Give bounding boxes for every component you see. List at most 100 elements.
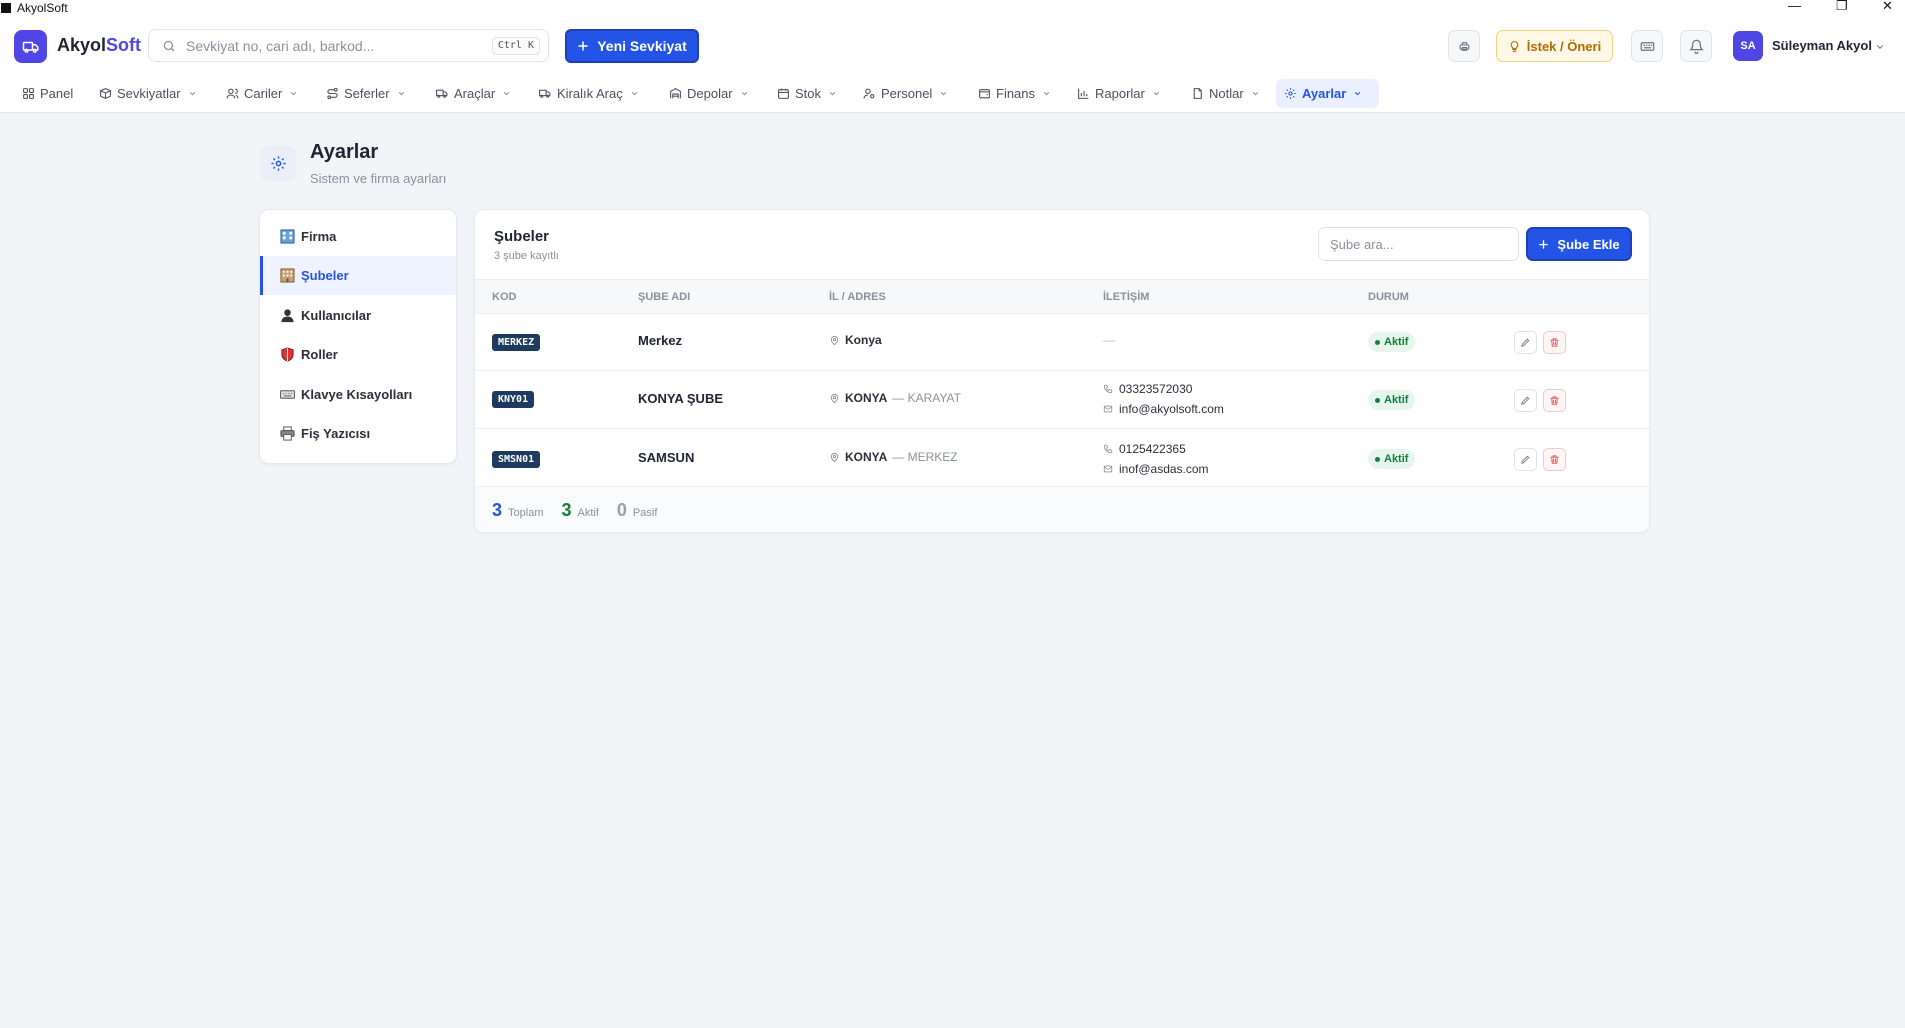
delete-branch-button[interactable] [1543,448,1566,471]
grid-icon [23,88,34,99]
plus-icon [1539,239,1549,249]
user-silhouette-icon [280,308,295,323]
status-dot-icon [1375,339,1380,345]
card-subtitle: 3 şube kayıtlı [494,250,559,262]
printer-icon [280,426,295,441]
branch-district: — MERKEZ [892,450,958,464]
pencil-icon [1521,338,1530,347]
notifications-button[interactable] [1680,30,1712,62]
nav-item-cariler[interactable]: Cariler [218,79,306,108]
edit-branch-button[interactable] [1514,389,1537,412]
table-row: SMSN01 SAMSUN KONYA — MERKEZ 0125422365 … [475,429,1649,487]
avatar[interactable]: SA [1733,31,1763,61]
chevron-down-icon[interactable] [1875,39,1885,55]
bar-chart-icon [1078,88,1089,99]
nav-item-notlar[interactable]: Notlar [1183,79,1268,108]
branch-city: Konya [845,333,882,347]
new-shipment-label: Yeni Sevkiyat [597,38,687,54]
search-icon [162,39,176,53]
settings-menu-item-fis-yazicisi[interactable]: Fiş Yazıcısı [260,414,456,453]
pencil-icon [1521,396,1530,405]
branch-no-contact: — [1103,333,1115,347]
window-titlebar: AkyolSoft — ❐ ✕ [0,0,1905,15]
settings-menu-item-klavye-kisayollari[interactable]: Klavye Kısayolları [260,375,456,414]
search-shortcut-badge: Ctrl K [491,37,540,55]
add-branch-button[interactable]: Şube Ekle [1526,227,1632,261]
settings-menu-label: Şubeler [301,268,349,283]
nav-label: Kiralık Araç [557,86,623,101]
branch-city: KONYA [845,450,888,464]
settings-menu-label: Klavye Kısayolları [301,387,413,402]
suggestion-button[interactable]: İstek / Öneri [1496,30,1613,62]
truck-icon [539,89,551,98]
branch-phone: 0125422365 [1103,442,1186,456]
map-pin-icon [830,452,839,462]
settings-menu: Firma Şubeler Kullanıcılar Roller Klavye… [259,209,457,464]
nav-item-kiralik-arac[interactable]: Kiralık Araç [530,79,647,108]
branch-phone: 03323572030 [1103,382,1192,396]
nav-label: Raporlar [1095,86,1145,101]
settings-menu-item-kullanicilar[interactable]: Kullanıcılar [260,296,456,335]
nav-label: Araçlar [454,86,496,101]
nav-label: Panel [40,86,74,101]
brand-name[interactable]: AkyolSoft [57,35,141,56]
nav-item-stok[interactable]: Stok [769,79,845,108]
table-header: KOD ŞUBE ADI İL / ADRES İLETİŞİM DURUM [475,279,1649,314]
column-header-iletisim: İLETİŞİM [1103,291,1150,303]
column-header-sube-adi: ŞUBE ADI [638,291,691,303]
printer-status-button[interactable] [1448,30,1480,62]
edit-branch-button[interactable] [1514,331,1537,354]
settings-menu-label: Kullanıcılar [301,308,372,323]
logo-truck-icon[interactable] [14,30,47,63]
nav-item-ayarlar[interactable]: Ayarlar [1276,79,1379,108]
stat-active: 3 Aktif [561,500,598,521]
new-shipment-button[interactable]: Yeni Sevkiyat [565,29,699,63]
nav-item-araclar[interactable]: Araçlar [427,79,519,108]
minimize-icon[interactable]: — [1788,0,1801,12]
branch-search-input[interactable]: Şube ara... [1318,227,1519,261]
page-subtitle: Sistem ve firma ayarları [310,171,447,186]
card-title: Şubeler [494,228,550,245]
branch-name: SAMSUN [638,450,695,465]
branch-email: inof@asdas.com [1103,462,1209,476]
branch-search-placeholder: Şube ara... [1330,236,1394,252]
column-header-il-adres: İL / ADRES [829,291,886,303]
delete-branch-button[interactable] [1543,331,1566,354]
stat-passive-count: 0 [616,500,627,520]
nav-label: Finans [996,86,1036,101]
keyboard-shortcuts-button[interactable] [1631,30,1663,62]
nav-item-depolar[interactable]: Depolar [661,79,757,108]
nav-label: Personel [881,86,933,101]
nav-label: Cariler [244,86,283,101]
edit-branch-button[interactable] [1514,448,1537,471]
settings-menu-label: Firma [301,229,337,244]
branch-code-badge: KNY01 [492,391,535,408]
settings-menu-item-subeler[interactable]: Şubeler [260,256,456,295]
printer-icon [1459,41,1469,51]
restore-icon[interactable]: ❐ [1836,0,1848,12]
nav-item-seferler[interactable]: Seferler [318,79,414,108]
nav-item-panel[interactable]: Panel [14,79,81,108]
branch-code-badge: SMSN01 [492,451,541,468]
stat-active-label: Aktif [577,507,599,519]
nav-item-personel[interactable]: Personel [855,79,956,108]
chevron-down-icon [1355,91,1361,96]
settings-menu-item-firma[interactable]: Firma [260,217,456,256]
nav-item-sevkiyatlar[interactable]: Sevkiyatlar [91,79,205,108]
nav-item-raporlar[interactable]: Raporlar [1069,79,1169,108]
global-search-input[interactable]: Sevkiyat no, cari adı, barkod... Ctrl K [148,29,549,62]
bell-icon [1688,39,1704,54]
settings-menu-item-roller[interactable]: Roller [260,335,456,374]
status-badge: Aktif [1368,332,1416,352]
trash-icon [1550,455,1559,464]
chevron-down-icon [1252,91,1258,96]
branch-name: KONYA ŞUBE [638,391,724,406]
delete-branch-button[interactable] [1543,389,1566,412]
box-icon [99,88,112,99]
user-name[interactable]: Süleyman Akyol [1772,38,1872,53]
chevron-down-icon [829,91,836,96]
settings-page-icon [260,145,296,181]
close-icon[interactable]: ✕ [1882,0,1893,12]
add-branch-label: Şube Ekle [1557,236,1620,252]
nav-item-finans[interactable]: Finans [970,79,1059,108]
